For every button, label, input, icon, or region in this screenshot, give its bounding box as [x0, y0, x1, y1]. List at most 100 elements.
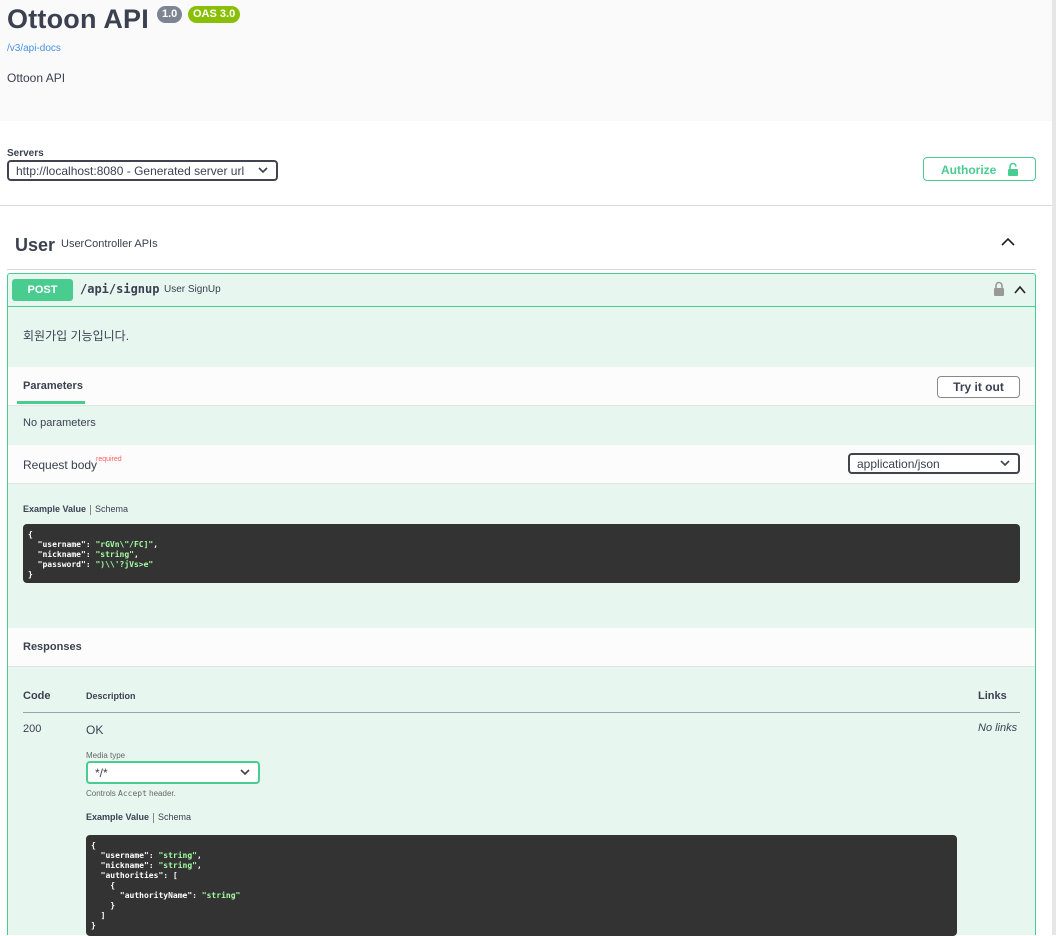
request-example-code[interactable]: { "username": "rGVn\"/FC]", "nickname": … — [23, 524, 1020, 583]
tab-schema[interactable]: Schema — [95, 504, 128, 514]
code-colon: : — [85, 550, 96, 559]
responses-title: Responses — [23, 641, 82, 653]
tab-schema[interactable]: Schema — [158, 812, 191, 822]
code-line: { — [91, 841, 952, 851]
method-badge: POST — [12, 279, 73, 301]
request-example-tabs: Example Value Schema — [23, 504, 128, 515]
response-example-code[interactable]: { "username": "string", "nickname": "str… — [86, 835, 957, 936]
code-punct: } — [91, 901, 116, 910]
request-body-title: Request body — [23, 458, 98, 472]
code-line: "nickname": "string", — [91, 861, 952, 871]
controls-accept-note: Controls Accept header. — [86, 789, 176, 798]
code-punct: ] — [91, 911, 106, 920]
operation-description: 회원가입 기능입니다. — [23, 329, 130, 343]
code-key: "password" — [37, 560, 86, 569]
col-description-header: Description — [86, 691, 136, 701]
code-punct: , — [196, 861, 202, 870]
code-string: "string" — [201, 891, 241, 900]
table-header-divider — [23, 712, 1020, 713]
controls-note-accept: Accept — [118, 789, 147, 798]
operation-post-signup: POST /api/signup User SignUp 회원가입 기능입니다.… — [7, 273, 1036, 936]
authorize-button[interactable]: Authorize — [923, 157, 1036, 181]
code-line: { — [91, 881, 952, 891]
tag-name: User — [15, 235, 56, 255]
code-punct — [91, 861, 101, 870]
code-key: "authorities" — [100, 871, 164, 880]
unlock-icon — [1007, 162, 1019, 180]
chevron-down-icon — [1000, 456, 1010, 473]
content-type-select[interactable]: application/json — [848, 453, 1020, 474]
media-type-value: */* — [95, 766, 108, 780]
code-punct — [91, 851, 101, 860]
operation-summary[interactable]: POST /api/signup User SignUp — [8, 274, 1035, 307]
tab-parameters[interactable]: Parameters — [23, 380, 83, 392]
code-punct — [91, 891, 120, 900]
code-line: "username": "string", — [91, 851, 952, 861]
code-colon: : — [148, 861, 159, 870]
info-header: Ottoon API 1.0 OAS 3.0 /v3/api-docs Otto… — [0, 0, 1056, 121]
code-punct — [91, 871, 101, 880]
code-punct — [28, 550, 38, 559]
code-line: ] — [91, 911, 952, 921]
tab-example-value[interactable]: Example Value — [23, 504, 86, 514]
chevron-up-icon[interactable] — [1013, 283, 1027, 301]
operation-summary-text: User SignUp — [164, 284, 221, 295]
code-string: ")\\'?jVs>e" — [95, 560, 154, 569]
no-parameters-text: No parameters — [23, 417, 96, 429]
try-it-out-button[interactable]: Try it out — [937, 376, 1020, 398]
col-code-header: Code — [23, 690, 51, 702]
code-line: { — [28, 530, 1015, 540]
servers-bar: Servers http://localhost:8080 - Generate… — [0, 121, 1052, 206]
required-marker: required — [96, 456, 122, 463]
code-punct: { — [28, 530, 33, 539]
code-string: "string" — [158, 861, 197, 870]
media-type-select[interactable]: */* — [86, 761, 260, 784]
tag-user-header[interactable]: User UserController APIs — [7, 205, 1036, 270]
code-punct: { — [91, 841, 96, 850]
tag-description: UserController APIs — [61, 238, 158, 250]
code-colon: : — [85, 540, 96, 549]
code-line: "nickname": "string", — [28, 550, 1015, 560]
scrollbar[interactable] — [1052, 0, 1056, 935]
parameters-header: Parameters Try it out — [8, 367, 1035, 406]
api-title: Ottoon API — [7, 4, 149, 34]
code-punct: , — [196, 851, 202, 860]
oas-badge: OAS 3.0 — [188, 6, 241, 23]
col-links-header: Links — [978, 690, 1007, 702]
code-key: "nickname" — [37, 550, 86, 559]
api-description: Ottoon API — [7, 71, 66, 85]
code-line: "password": ")\\'?jVs>e" — [28, 560, 1015, 570]
code-punct: } — [28, 570, 33, 579]
code-string: "rGVn\"/FC]" — [95, 540, 154, 549]
code-line: } — [28, 570, 1015, 580]
tab-example-value[interactable]: Example Value — [86, 812, 149, 822]
operation-path: /api/signup — [80, 282, 160, 296]
code-string: "string" — [158, 851, 197, 860]
code-line: "username": "rGVn\"/FC]", — [28, 540, 1015, 550]
authorize-label: Authorize — [941, 163, 997, 177]
api-docs-link[interactable]: /v3/api-docs — [7, 43, 61, 54]
chevron-up-icon[interactable] — [1000, 235, 1016, 253]
code-colon: : — [85, 560, 96, 569]
server-select[interactable]: http://localhost:8080 - Generated server… — [7, 160, 278, 181]
code-key: "username" — [100, 851, 149, 860]
code-punct — [28, 560, 38, 569]
controls-note-text-b: header. — [146, 789, 176, 798]
chevron-down-icon — [240, 765, 250, 782]
servers-label: Servers — [7, 148, 44, 159]
version-badge: 1.0 — [157, 6, 183, 23]
code-line: } — [91, 921, 952, 931]
code-punct — [28, 540, 38, 549]
code-punct: , — [153, 540, 159, 549]
responses-header: Responses — [8, 628, 1035, 667]
response-links: No links — [978, 722, 1018, 734]
content-type-value: application/json — [857, 457, 940, 471]
code-punct: } — [91, 921, 96, 930]
tab-underline — [17, 401, 85, 404]
request-body-header: Request body required application/json — [8, 445, 1035, 484]
tab-separator — [90, 504, 92, 515]
chevron-down-icon — [258, 163, 268, 180]
response-code: 200 — [23, 723, 42, 735]
code-colon: : — [192, 891, 202, 900]
lock-icon[interactable] — [993, 281, 1005, 302]
